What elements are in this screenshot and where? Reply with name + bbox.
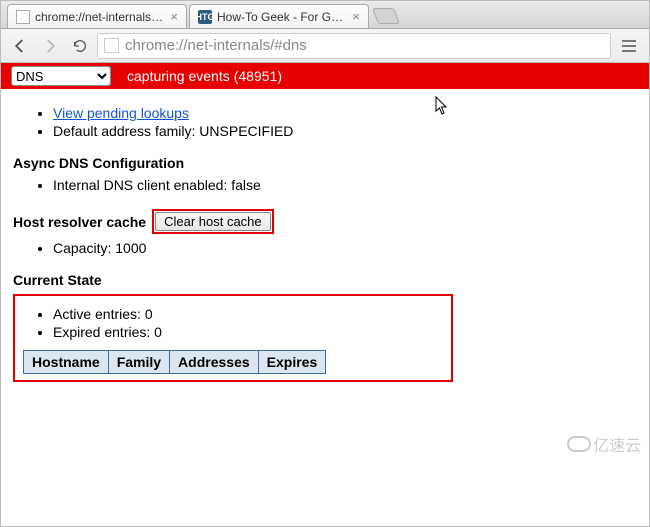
- hamburger-icon: [622, 45, 636, 47]
- current-state-list: Active entries: 0 Expired entries: 0: [23, 306, 443, 340]
- top-list: View pending lookups Default address fam…: [13, 105, 637, 139]
- browser-tab[interactable]: HTG How-To Geek - For Geeks, ×: [189, 4, 369, 28]
- watermark-text: 亿速云: [593, 432, 641, 456]
- host-cache-list: Capacity: 1000: [13, 240, 637, 256]
- active-entries-value: 0: [145, 306, 153, 322]
- address-bar[interactable]: chrome://net-internals/#dns: [97, 33, 611, 59]
- tab-close-icon[interactable]: ×: [352, 10, 360, 23]
- host-cache-heading: Host resolver cache: [13, 214, 146, 230]
- default-family-value: UNSPECIFIED: [199, 123, 293, 139]
- new-tab-button[interactable]: [372, 8, 400, 24]
- default-family-label: Default address family:: [53, 123, 199, 139]
- capture-event-count: (48951): [234, 68, 282, 84]
- list-item: Default address family: UNSPECIFIED: [53, 123, 637, 139]
- tab-favicon-htg: HTG: [198, 10, 212, 24]
- internal-client-label: Internal DNS client enabled:: [53, 177, 231, 193]
- expired-entries-value: 0: [154, 324, 162, 340]
- capacity-value: 1000: [115, 240, 146, 256]
- capture-status-bar: DNS capturing events (48951): [1, 63, 649, 89]
- clear-host-cache-button[interactable]: Clear host cache: [155, 212, 271, 231]
- reload-button[interactable]: [67, 33, 93, 59]
- col-expires: Expires: [258, 351, 326, 374]
- section-dropdown[interactable]: DNS: [11, 66, 111, 86]
- back-button[interactable]: [7, 33, 33, 59]
- col-family: Family: [108, 351, 169, 374]
- internal-client-value: false: [231, 177, 261, 193]
- clear-cache-highlight: Clear host cache: [152, 209, 274, 234]
- list-item: Expired entries: 0: [53, 324, 443, 340]
- active-entries-label: Active entries:: [53, 306, 145, 322]
- browser-tab-strip: chrome://net-internals/#d × HTG How-To G…: [1, 1, 649, 29]
- expired-entries-label: Expired entries:: [53, 324, 154, 340]
- cache-table: Hostname Family Addresses Expires: [23, 350, 326, 374]
- col-addresses: Addresses: [170, 351, 259, 374]
- tab-title: How-To Geek - For Geeks,: [217, 10, 346, 24]
- async-dns-list: Internal DNS client enabled: false: [13, 177, 637, 193]
- tab-close-icon[interactable]: ×: [170, 10, 178, 23]
- browser-tab-active[interactable]: chrome://net-internals/#d ×: [7, 4, 187, 28]
- chrome-menu-button[interactable]: [615, 33, 643, 59]
- cloud-icon: [567, 436, 591, 452]
- list-item: Capacity: 1000: [53, 240, 637, 256]
- tab-title: chrome://net-internals/#d: [35, 10, 164, 24]
- async-dns-heading: Async DNS Configuration: [13, 155, 637, 171]
- address-bar-url: chrome://net-internals/#dns: [125, 37, 307, 54]
- pending-lookups-link[interactable]: View pending lookups: [53, 105, 189, 121]
- list-item: View pending lookups: [53, 105, 637, 121]
- forward-button[interactable]: [37, 33, 63, 59]
- col-hostname: Hostname: [24, 351, 109, 374]
- browser-toolbar: chrome://net-internals/#dns: [1, 29, 649, 63]
- page-icon: [104, 38, 119, 53]
- tab-favicon-default: [16, 10, 30, 24]
- capacity-label: Capacity:: [53, 240, 115, 256]
- current-state-heading: Current State: [13, 272, 637, 288]
- page-content: View pending lookups Default address fam…: [1, 89, 649, 392]
- list-item: Active entries: 0: [53, 306, 443, 322]
- list-item: Internal DNS client enabled: false: [53, 177, 637, 193]
- capture-status-text: capturing events: [127, 68, 230, 84]
- table-header-row: Hostname Family Addresses Expires: [24, 351, 326, 374]
- current-state-highlight: Active entries: 0 Expired entries: 0 Hos…: [13, 294, 453, 382]
- watermark: 亿速云: [567, 432, 641, 456]
